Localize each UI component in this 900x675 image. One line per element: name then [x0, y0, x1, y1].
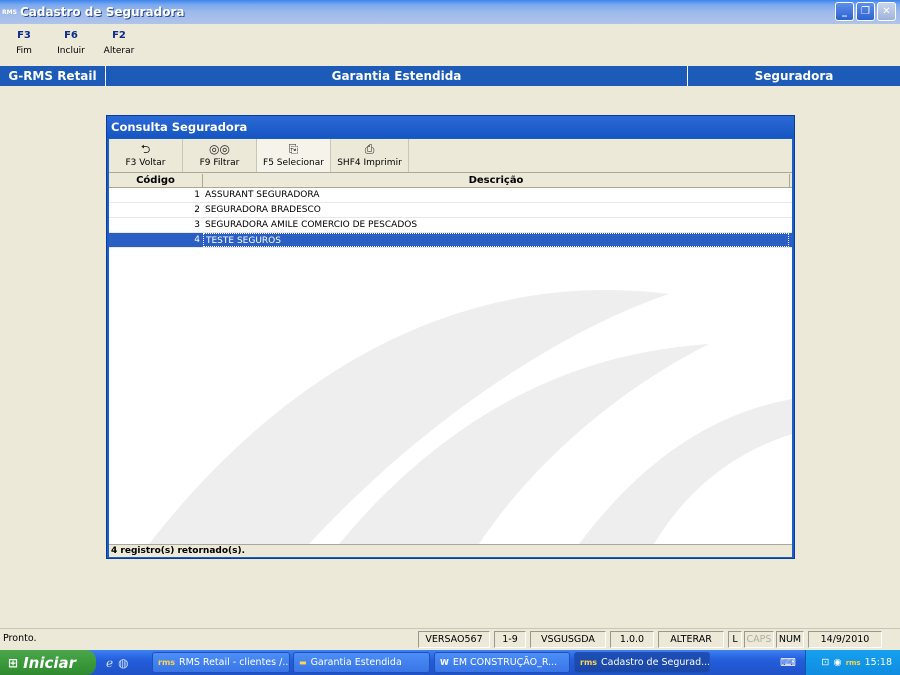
folder-icon: ▬ — [299, 658, 307, 667]
imprimir-label: SHF4 Imprimir — [337, 158, 402, 168]
status-num: NUM — [776, 631, 804, 648]
window-title-bar: RMS Cadastro de Seguradora _ ❐ ✕ — [0, 0, 900, 24]
selecionar-label: F5 Selecionar — [263, 158, 324, 168]
task-label: Garantia Estendida — [310, 657, 402, 668]
fkey-alterar[interactable]: F2 Alterar — [94, 27, 144, 65]
rms-icon: rms — [580, 658, 598, 667]
start-label: Iniciar — [23, 653, 77, 672]
row-description: ASSURANT SEGURADORA — [205, 190, 320, 200]
filtrar-label: F9 Filtrar — [199, 158, 240, 168]
task-label: Cadastro de Segurad... — [601, 657, 710, 668]
keyboard-icon[interactable]: ⌨ — [780, 656, 796, 669]
printer-icon: ⎙ — [364, 142, 375, 156]
table-row-selected[interactable]: 4 TESTE SEGUROS — [109, 233, 792, 248]
fkey-label: Incluir — [57, 46, 85, 56]
quick-launch: ℯ ◍ — [106, 656, 129, 670]
table-row[interactable]: 2 SEGURADORA BRADESCO — [109, 203, 792, 218]
status-ready: Pronto. — [3, 633, 37, 644]
row-code: 3 — [194, 220, 200, 230]
rms-icon: rms — [158, 658, 176, 667]
word-icon: W — [440, 658, 449, 667]
taskbar-item-cadastro[interactable]: rms Cadastro de Segurad... — [574, 652, 710, 673]
records-count: 4 registro(s) retornado(s). — [109, 544, 792, 557]
binoculars-icon: ◎◎ — [209, 142, 230, 156]
fkey-incluir[interactable]: F6 Incluir — [48, 27, 94, 65]
col-header-codigo[interactable]: Código — [109, 174, 203, 187]
status-bar: Pronto. VERSAO567 1-9 VSGUSGDA 1.0.0 ALT… — [0, 628, 900, 648]
clock: 15:18 — [864, 657, 892, 668]
fkey-label: Fim — [16, 46, 32, 56]
module-screen: Seguradora — [754, 69, 834, 83]
system-tray: ⊡ ◉ rms 15:18 — [805, 650, 900, 675]
dialog-title: Consulta Seguradora — [107, 116, 794, 138]
status-caps: CAPS — [744, 631, 774, 648]
fkey-code: F2 — [112, 30, 126, 41]
rms-app-icon: RMS — [2, 8, 17, 16]
security-icon[interactable]: ◉ — [833, 657, 841, 668]
row-code: 1 — [194, 190, 200, 200]
fkey-code: F3 — [17, 30, 31, 41]
filtrar-button[interactable]: ◎◎ F9 Filtrar — [183, 139, 257, 172]
row-description: SEGURADORA BRADESCO — [205, 205, 321, 215]
status-date: 14/9/2010 — [808, 631, 882, 648]
taskbar-item-garantia[interactable]: ▬ Garantia Estendida — [293, 652, 430, 673]
row-description: SEGURADORA AMILE COMERCIO DE PESCADOS — [205, 220, 418, 230]
status-build: 1.0.0 — [610, 631, 654, 648]
status-version: VERSAO567 — [418, 631, 490, 648]
status-mode: ALTERAR — [658, 631, 724, 648]
window-title: Cadastro de Seguradora — [20, 5, 185, 19]
ie-icon[interactable]: ℯ — [106, 656, 113, 670]
module-bar: G-RMS Retail Garantia Estendida Segurado… — [0, 66, 900, 86]
voltar-button[interactable]: ⮌ F3 Voltar — [109, 139, 183, 172]
windows-taskbar: ⊞ Iniciar ℯ ◍ rms RMS Retail - clientes … — [0, 650, 900, 675]
fkey-code: F6 — [64, 30, 78, 41]
windows-flag-icon: ⊞ — [8, 655, 19, 670]
function-key-bar: F3 Fim F6 Incluir F2 Alterar — [0, 27, 144, 65]
module-name: Garantia Estendida — [106, 66, 688, 86]
close-icon[interactable]: ✕ — [877, 2, 896, 21]
rms-tray-icon[interactable]: rms — [846, 659, 861, 667]
taskbar-item-rms-clientes[interactable]: rms RMS Retail - clientes /... — [152, 652, 290, 673]
back-folder-icon: ⮌ — [140, 142, 151, 156]
voltar-label: F3 Voltar — [125, 158, 166, 168]
imprimir-button[interactable]: ⎙ SHF4 Imprimir — [331, 139, 409, 172]
grid-header: Código Descrição — [109, 174, 792, 188]
status-user: VSGUSGDA — [530, 631, 606, 648]
table-row[interactable]: 1 ASSURANT SEGURADORA — [109, 188, 792, 203]
selecionar-button[interactable]: ⎘ F5 Selecionar — [257, 139, 331, 172]
module-product: G-RMS Retail — [0, 66, 106, 86]
fkey-fim[interactable]: F3 Fim — [0, 27, 48, 65]
taskbar-item-word[interactable]: W EM CONSTRUÇÃO_R... — [434, 652, 570, 673]
minimize-icon[interactable]: _ — [835, 2, 854, 21]
row-description: TESTE SEGUROS — [203, 233, 789, 247]
row-code: 4 — [194, 235, 200, 245]
col-header-descricao[interactable]: Descrição — [203, 174, 790, 187]
consulta-dialog: Consulta Seguradora ⮌ F3 Voltar ◎◎ F9 Fi… — [106, 115, 795, 559]
network-icon[interactable]: ⊡ — [821, 657, 829, 668]
fkey-label: Alterar — [103, 46, 135, 56]
task-label: RMS Retail - clientes /... — [179, 657, 290, 668]
status-range: 1-9 — [494, 631, 526, 648]
restore-icon[interactable]: ❐ — [856, 2, 875, 21]
explorer-icon[interactable]: ◍ — [118, 656, 128, 670]
start-button[interactable]: ⊞ Iniciar — [0, 650, 96, 675]
dialog-toolbar: ⮌ F3 Voltar ◎◎ F9 Filtrar ⎘ F5 Seleciona… — [109, 139, 792, 173]
row-code: 2 — [194, 205, 200, 215]
select-icon: ⎘ — [288, 142, 299, 156]
task-label: EM CONSTRUÇÃO_R... — [452, 657, 558, 668]
status-l: L — [728, 631, 742, 648]
results-grid[interactable]: Código Descrição 1 ASSURANT SEGURADORA 2… — [109, 174, 792, 544]
table-row[interactable]: 3 SEGURADORA AMILE COMERCIO DE PESCADOS — [109, 218, 792, 233]
